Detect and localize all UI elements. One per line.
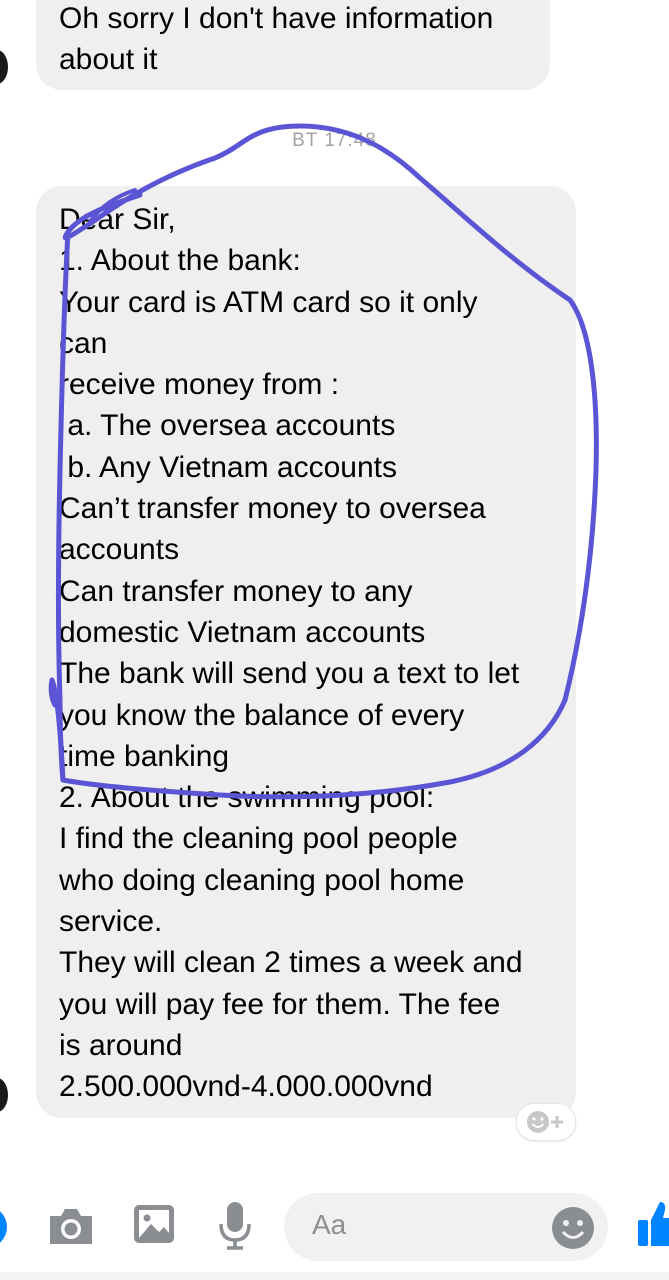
message-line: is around	[59, 1028, 183, 1062]
sender-avatar[interactable]	[0, 1078, 8, 1112]
sender-avatar[interactable]	[0, 50, 8, 84]
camera-icon[interactable]	[46, 1204, 96, 1248]
add-reaction-icon	[527, 1111, 563, 1133]
message-line: 1. About the bank:	[59, 244, 301, 278]
message-input-placeholder: Aa	[312, 1209, 347, 1240]
message-line: service.	[59, 905, 163, 939]
message-line: receive money from :	[59, 368, 340, 402]
message-line: Your card is ATM card so it only	[59, 285, 478, 319]
message-text: Dear Sir, 1. About the bank: Your card i…	[59, 199, 523, 1108]
previous-message-bubble[interactable]: Oh sorry I don't have information about …	[36, 0, 550, 90]
bottom-divider	[0, 1272, 669, 1280]
message-line: Dear Sir,	[59, 203, 176, 236]
message-line: who doing cleaning pool home	[59, 863, 465, 897]
message-line: time banking	[59, 739, 230, 773]
message-line: Oh sorry I don't have information	[59, 2, 494, 35]
message-line: They will clean 2 times a week and	[59, 946, 523, 980]
message-bubble[interactable]: Dear Sir, 1. About the bank: Your card i…	[36, 186, 576, 1118]
emoji-icon[interactable]	[550, 1205, 596, 1251]
add-reaction-button[interactable]	[516, 1103, 576, 1141]
message-line: Can transfer money to any	[59, 574, 413, 608]
message-line: about it	[59, 43, 158, 76]
message-line: can	[59, 326, 108, 360]
message-line: accounts	[59, 533, 180, 567]
message-line: b. Any Vietnam accounts	[59, 450, 397, 484]
message-timestamp: BT 17:48	[292, 130, 377, 151]
composer-bar: Aa	[0, 1180, 669, 1280]
message-line: I find the cleaning pool people	[59, 822, 458, 856]
message-line: you will pay fee for them. The fee	[59, 987, 501, 1021]
message-line: 2. About the swimming pool:	[59, 781, 435, 815]
gallery-icon[interactable]	[131, 1202, 177, 1246]
message-line: domestic Vietnam accounts	[59, 615, 426, 649]
message-input[interactable]: Aa	[284, 1193, 608, 1261]
message-line: you know the balance of every	[59, 698, 465, 732]
thumbs-up-icon[interactable]	[634, 1198, 669, 1250]
microphone-icon[interactable]	[217, 1200, 253, 1252]
message-line: Can’t transfer money to oversea	[59, 492, 486, 526]
message-line: a. The oversea accounts	[59, 409, 396, 443]
message-line: 2.500.000vnd-4.000.000vnd	[59, 1070, 433, 1104]
more-actions-icon[interactable]	[0, 1206, 12, 1248]
message-line: The bank will send you a text to let	[59, 657, 520, 691]
